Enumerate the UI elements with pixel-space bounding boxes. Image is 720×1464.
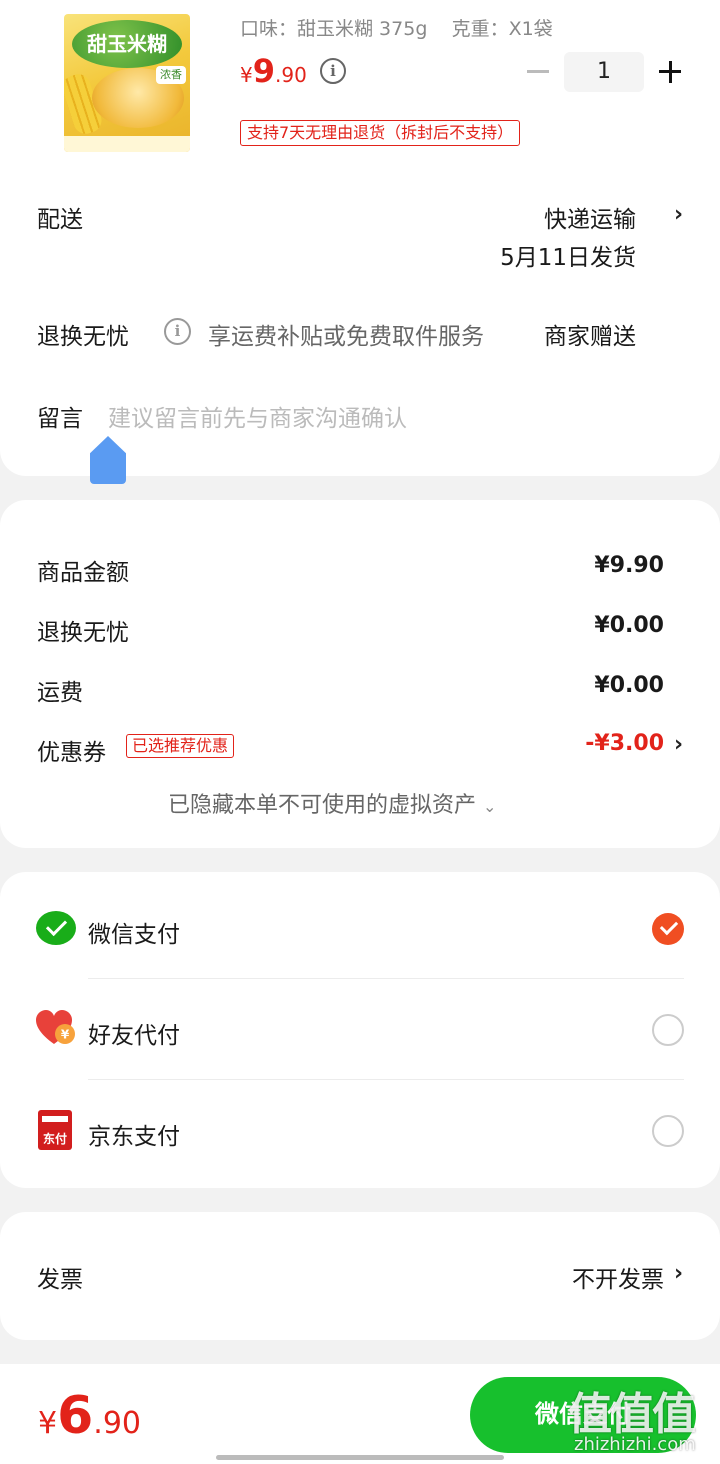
coupon-label: 优惠券	[37, 740, 106, 766]
radio-checked-icon[interactable]	[652, 913, 684, 945]
hidden-assets-toggle[interactable]: 已隐藏本单不可使用的虚拟资产 ⌄	[168, 787, 496, 819]
chevron-right-icon[interactable]: ›	[674, 1261, 683, 1286]
payment-option-label: 微信支付	[88, 922, 180, 948]
returns-label: 退换无忧	[37, 324, 129, 350]
payment-option-label: 好友代付	[88, 1023, 180, 1049]
delivery-method[interactable]: 快递运输	[544, 200, 636, 234]
product-image[interactable]: 甜玉米糊 浓香	[64, 14, 190, 152]
invoice-value[interactable]: 不开发票	[572, 1260, 664, 1294]
delivery-label: 配送	[37, 207, 83, 233]
product-price: ¥9.90	[240, 52, 307, 90]
watermark-url: zhizhizhi.com	[574, 1434, 696, 1455]
jd-pay-icon: 东付	[38, 1110, 72, 1150]
divider	[88, 1079, 684, 1080]
quantity-decrease-button[interactable]	[527, 70, 549, 73]
product-image-title: 甜玉米糊	[72, 20, 182, 68]
wechat-pay-icon	[36, 911, 76, 945]
message-input[interactable]: 建议留言前先与商家沟通确认	[108, 399, 407, 433]
return-policy-tag: 支持7天无理由退货（拆封后不支持）	[240, 120, 521, 146]
radio-unchecked-icon[interactable]	[652, 1115, 684, 1147]
returns-description: 享运费补贴或免费取件服务	[208, 324, 484, 350]
product-spec: 口味：甜玉米糊 375g 克重：X1袋	[240, 18, 553, 40]
info-icon[interactable]: i	[320, 58, 346, 84]
chevron-right-icon[interactable]: ›	[674, 202, 683, 227]
svg-text:¥: ¥	[61, 1028, 70, 1042]
quantity-value[interactable]: 1	[564, 52, 644, 92]
goods-amount-label: 商品金额	[37, 560, 129, 586]
shipping-fee-label: 运费	[37, 680, 83, 706]
payment-option-label: 京东支付	[88, 1124, 180, 1150]
info-icon[interactable]: i	[164, 318, 191, 345]
returns-fee-value: ¥0.00	[594, 613, 664, 638]
coupon-tag: 已选推荐优惠	[126, 734, 235, 758]
chevron-right-icon[interactable]: ›	[674, 732, 683, 757]
invoice-label: 发票	[37, 1267, 83, 1293]
radio-unchecked-icon[interactable]	[652, 1014, 684, 1046]
product-image-badge: 浓香	[156, 66, 186, 84]
returns-provider: 商家赠送	[544, 324, 636, 350]
order-total: ¥6.90	[38, 1386, 141, 1446]
watermark-logo: 值值值	[568, 1389, 696, 1440]
plus-icon[interactable]	[668, 60, 672, 83]
divider	[88, 978, 684, 979]
shipping-fee-value: ¥0.00	[594, 673, 664, 698]
friend-pay-heart-icon: ¥	[36, 1010, 75, 1044]
returns-fee-label: 退换无忧	[37, 620, 129, 646]
chevron-down-icon: ⌄	[483, 797, 497, 816]
message-label: 留言	[37, 406, 83, 432]
coupon-value[interactable]: -¥3.00	[585, 731, 664, 756]
goods-amount-value: ¥9.90	[594, 553, 664, 578]
home-indicator[interactable]	[216, 1455, 504, 1460]
ship-date: 5月11日发货	[500, 245, 636, 271]
